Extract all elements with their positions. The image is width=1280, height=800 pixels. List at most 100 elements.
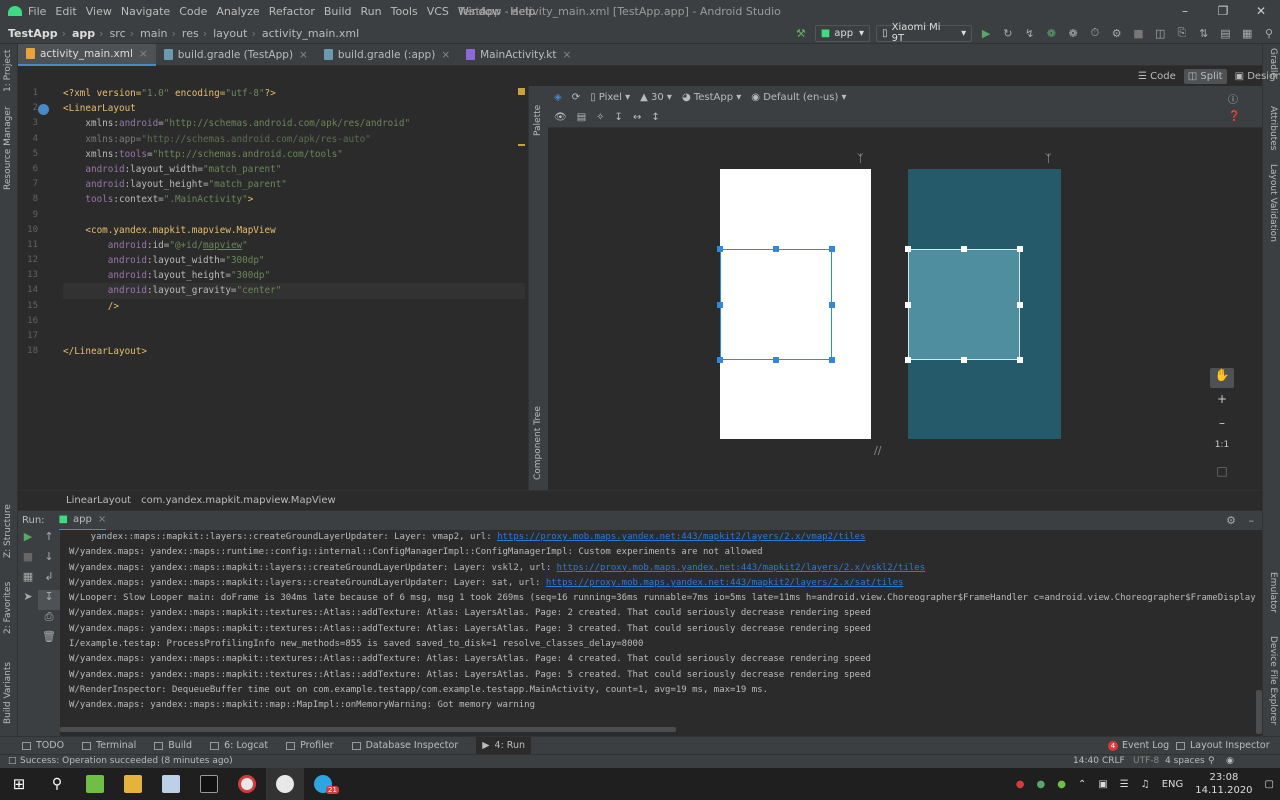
soft-wrap-icon[interactable]: ↲ — [38, 570, 60, 590]
hammer-icon[interactable]: ⚒ — [792, 25, 810, 41]
terminal-tool-button[interactable]: Terminal — [82, 740, 136, 751]
windows-start-icon[interactable]: ⊞ — [0, 768, 38, 800]
volume-icon[interactable]: ♫ — [1141, 779, 1150, 790]
yandex-browser-icon[interactable] — [228, 768, 266, 800]
view-options-icon[interactable]: 👁 — [554, 112, 567, 123]
build-variants-tool-button[interactable]: Build Variants — [3, 662, 13, 724]
network-icon[interactable]: ☰ — [1120, 779, 1129, 790]
pin-tab-icon[interactable]: ➤ — [18, 590, 38, 610]
tab-activity-main[interactable]: activity_main.xml × — [18, 43, 156, 66]
emulator-tool-button[interactable]: Emulator — [1268, 572, 1278, 613]
run-tab-app[interactable]: ■ app × — [58, 511, 107, 531]
tab-build-gradle-app[interactable]: build.gradle (:app) × — [316, 44, 458, 66]
orientation-icon[interactable]: ⟳ — [572, 92, 580, 103]
menu-code[interactable]: Code — [179, 5, 207, 18]
menu-analyze[interactable]: Analyze — [216, 5, 259, 18]
pan-icon[interactable]: ✋ — [1210, 368, 1234, 388]
run-console[interactable]: yandex::maps::mapkit::layers::createGrou… — [60, 530, 1256, 736]
crumb-src[interactable]: src — [110, 27, 126, 40]
coverage-icon[interactable]: ⚙ — [1108, 25, 1126, 41]
menu-edit[interactable]: Edit — [55, 5, 76, 18]
device-select[interactable]: ▯ Xiaomi Mi 9T ▾ — [876, 22, 973, 44]
close-tab-icon[interactable]: × — [563, 49, 572, 61]
tab-build-gradle-project[interactable]: build.gradle (TestApp) × — [156, 44, 316, 66]
selected-mapview[interactable] — [720, 249, 832, 360]
zoom-in-icon[interactable]: + — [1210, 392, 1234, 412]
todo-tool-button[interactable]: TODO — [22, 740, 64, 751]
sdk-manager-icon[interactable]: ◫ — [1151, 25, 1169, 41]
breadcrumb-mapview[interactable]: com.yandex.mapkit.mapview.MapView — [141, 495, 336, 506]
database-inspector-tool-button[interactable]: Database Inspector — [351, 740, 458, 751]
layout-validation-tool-button[interactable]: Layout Validation — [1268, 164, 1278, 242]
horizontal-scrollbar[interactable] — [60, 727, 676, 732]
pin-icon[interactable]: ᛉ — [1045, 152, 1052, 165]
blueprint-mapview[interactable] — [908, 249, 1020, 360]
search-icon[interactable]: ⚲ — [1260, 25, 1278, 41]
pin-icon[interactable]: ᛉ — [857, 152, 864, 165]
component-tree-tool-button[interactable]: Component Tree — [533, 406, 543, 480]
log-link[interactable]: https://proxy.mob.maps.yandex.net:443/ma… — [557, 563, 925, 573]
telegram-icon[interactable]: 21 — [304, 768, 342, 800]
resource-manager-tool-button[interactable]: Resource Manager — [3, 106, 13, 190]
profile-icon[interactable]: ⏱ — [1086, 25, 1104, 41]
file-encoding[interactable]: UTF-8 — [1133, 756, 1159, 766]
menu-vcs[interactable]: VCS — [427, 5, 449, 18]
warnings-icon[interactable]: ⓘ — [1228, 91, 1238, 106]
tray-app-icon[interactable]: ● — [1016, 779, 1025, 790]
avd-manager-icon[interactable]: ⎘ — [1173, 25, 1191, 41]
line-separator[interactable]: CRLF — [1102, 756, 1125, 766]
event-log-button[interactable]: 4 Event Log — [1108, 740, 1169, 751]
api-select[interactable]: ▲ 30 ▾ — [640, 92, 672, 103]
structure-icon[interactable]: ▤ — [1217, 25, 1235, 41]
stop-icon[interactable]: ■ — [1130, 25, 1148, 41]
debug-icon[interactable]: ❁ — [1042, 25, 1060, 41]
palette-tool-button[interactable]: Palette — [533, 105, 543, 136]
menu-view[interactable]: View — [86, 5, 112, 18]
git-icon[interactable]: ◉ — [1226, 756, 1234, 766]
caret-position[interactable]: 14:40 — [1073, 756, 1099, 766]
attach-debugger-icon[interactable]: ❁ — [1064, 25, 1082, 41]
crumb-main[interactable]: main — [140, 27, 167, 40]
menu-build[interactable]: Build — [324, 5, 352, 18]
design-mode-button[interactable]: ▣ Design — [1235, 71, 1280, 82]
minimize-icon[interactable]: – — [1166, 0, 1204, 22]
resize-handle-icon[interactable]: ∕∕ — [874, 444, 881, 457]
menu-file[interactable]: File — [28, 5, 46, 18]
close-icon[interactable]: ✕ — [1242, 0, 1280, 22]
logcat-tool-button[interactable]: 6: Logcat — [210, 740, 268, 751]
crumb-project[interactable]: TestApp — [8, 27, 58, 40]
file-explorer-icon[interactable] — [114, 768, 152, 800]
code-editor[interactable]: 1 2 3 4 5 6 7 8 9 10 11 12 13 14 15 16 1… — [18, 66, 528, 490]
project-tool-button[interactable]: 1: Project — [3, 50, 13, 92]
notifications-icon[interactable]: ▢ — [1265, 779, 1274, 790]
close-tab-icon[interactable]: × — [441, 49, 450, 61]
close-tab-icon[interactable]: × — [299, 49, 308, 61]
vertical-scrollbar[interactable] — [1256, 690, 1262, 734]
favorites-tool-button[interactable]: 2: Favorites — [3, 582, 13, 634]
crumb-file[interactable]: activity_main.xml — [262, 27, 359, 40]
close-tab-icon[interactable]: × — [139, 48, 148, 60]
status-message[interactable]: Success: Operation succeeded (8 minutes … — [20, 756, 233, 766]
menu-tools[interactable]: Tools — [391, 5, 418, 18]
battery-icon[interactable]: ▣ — [1098, 779, 1107, 790]
restore-icon[interactable]: ❐ — [1204, 0, 1242, 22]
margins-icon[interactable]: ▤ — [577, 112, 586, 123]
theme-select[interactable]: ◕ TestApp ▾ — [682, 92, 741, 103]
zoom-reset-button[interactable]: 1:1 — [1210, 440, 1234, 460]
gear-icon[interactable]: ⚙ — [1226, 514, 1236, 527]
document-icon[interactable] — [152, 768, 190, 800]
layout-inspector-button[interactable]: Layout Inspector — [1176, 740, 1270, 751]
tray-app-icon[interactable]: ● — [1057, 779, 1066, 790]
tab-main-activity[interactable]: MainActivity.kt × — [458, 44, 579, 66]
scroll-to-end-icon[interactable]: ↧ — [38, 590, 60, 610]
blueprint-preview[interactable] — [905, 169, 1061, 439]
breadcrumb-linearlayout[interactable]: LinearLayout — [66, 495, 131, 506]
android-studio-icon[interactable] — [266, 768, 304, 800]
tray-expand-icon[interactable]: ⌃ — [1078, 779, 1086, 790]
device-select[interactable]: ▯ Pixel ▾ — [590, 92, 630, 103]
attributes-tool-button[interactable]: Attributes — [1268, 106, 1278, 150]
inspect-icon[interactable]: ▦ — [1238, 25, 1256, 41]
menu-navigate[interactable]: Navigate — [121, 5, 170, 18]
code-mode-button[interactable]: ☰ Code — [1138, 71, 1176, 82]
rerun-icon[interactable]: ▶ — [18, 530, 38, 550]
